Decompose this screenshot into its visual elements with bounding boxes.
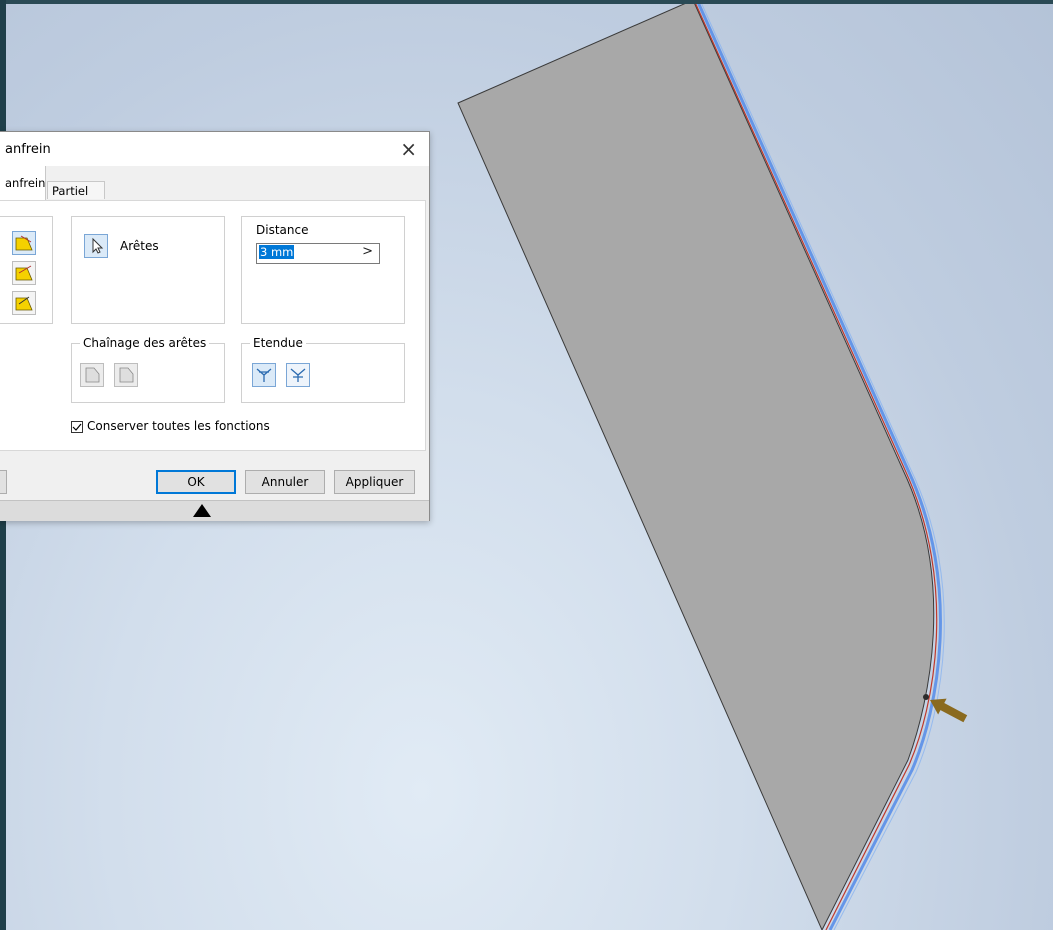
preserve-features-checkbox[interactable] bbox=[71, 421, 83, 433]
chamfer-dialog: anfrein × anfrein Partiel Arêtes Distanc… bbox=[0, 131, 430, 521]
edge-chain-group: Chaînage des arêtes bbox=[71, 336, 225, 403]
edge-chain-label: Chaînage des arêtes bbox=[80, 336, 210, 350]
distance-label: Distance bbox=[256, 223, 309, 237]
dialog-tabs: anfrein Partiel bbox=[0, 166, 429, 200]
dialog-title: anfrein bbox=[5, 142, 51, 157]
tab-partial[interactable]: Partiel bbox=[47, 181, 105, 199]
window-frame-top bbox=[0, 0, 1053, 4]
distance-input[interactable]: 3 mm > bbox=[256, 243, 380, 264]
chamfer-distance-icon[interactable] bbox=[12, 231, 36, 255]
tab-partial-label: Partiel bbox=[52, 184, 89, 198]
chamfer-type-group bbox=[0, 216, 53, 324]
dialog-titlebar[interactable]: anfrein × bbox=[0, 132, 429, 166]
apply-button[interactable]: Appliquer bbox=[334, 470, 415, 494]
chamfer-distance-angle-icon[interactable] bbox=[12, 261, 36, 285]
left-partial-button[interactable] bbox=[0, 470, 7, 494]
extent-partial-icon[interactable] bbox=[286, 363, 310, 387]
preserve-features-label: Conserver toutes les fonctions bbox=[87, 419, 270, 433]
ok-button[interactable]: OK bbox=[156, 470, 236, 494]
distance-value: 3 mm bbox=[259, 245, 295, 259]
distance-box: Distance 3 mm > bbox=[241, 216, 405, 324]
chamfer-two-distances-icon[interactable] bbox=[12, 291, 36, 315]
chamfer-panel: Arêtes Distance 3 mm > Chaînage des arêt… bbox=[0, 200, 426, 451]
edges-label: Arêtes bbox=[120, 239, 159, 253]
close-icon[interactable]: × bbox=[400, 137, 417, 161]
tab-chamfer[interactable]: anfrein bbox=[0, 166, 46, 200]
dialog-footer bbox=[0, 500, 429, 521]
extent-label: Etendue bbox=[250, 336, 306, 350]
edge-point-marker bbox=[923, 694, 929, 700]
expand-triangle-icon[interactable] bbox=[193, 504, 211, 517]
extent-all-icon[interactable] bbox=[252, 363, 276, 387]
cancel-button[interactable]: Annuler bbox=[245, 470, 325, 494]
chain-single-edge-icon[interactable] bbox=[114, 363, 138, 387]
select-cursor-icon[interactable] bbox=[84, 234, 108, 258]
chain-all-edges-icon[interactable] bbox=[80, 363, 104, 387]
part-face bbox=[457, 0, 935, 930]
extent-group: Etendue bbox=[241, 336, 405, 403]
distance-arrow-icon[interactable]: > bbox=[362, 244, 373, 259]
tab-chamfer-label: anfrein bbox=[5, 176, 46, 190]
edges-selection-box: Arêtes bbox=[71, 216, 225, 324]
